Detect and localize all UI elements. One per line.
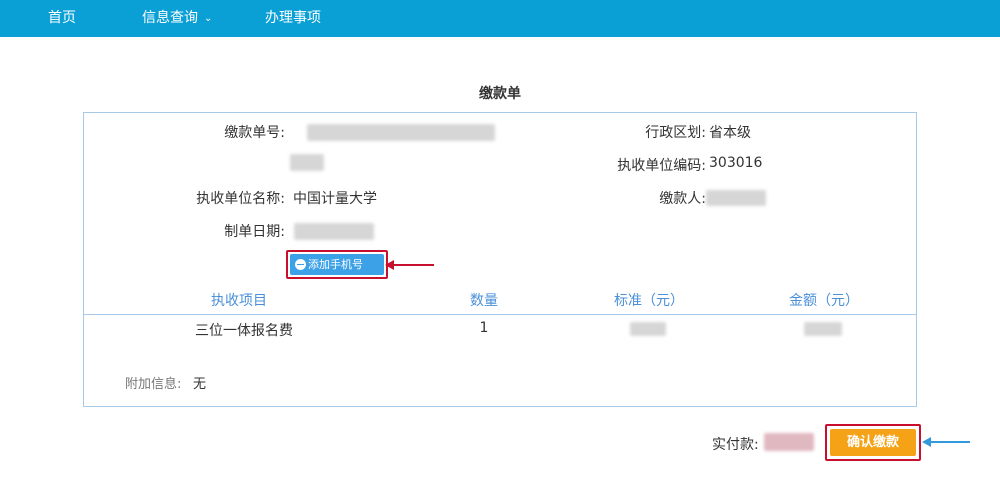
annotation-arrow-line-blue (928, 441, 970, 443)
nav-home-label: 首页 (48, 10, 76, 26)
chevron-down-icon: ⌄ (204, 13, 213, 24)
date-label: 制单日期: (224, 224, 285, 240)
unit-name-value: 中国计量大学 (293, 191, 377, 207)
col-header-standard: 标准（元） (614, 293, 684, 309)
annotation-arrow-left-blue-icon (922, 437, 931, 447)
table-divider (84, 314, 916, 315)
add-phone-button-label: 添加手机号 (308, 258, 363, 271)
paid-amount-redacted (764, 433, 814, 451)
annotation-arrow-line (388, 264, 434, 266)
confirm-payment-highlight: 确认缴款 (825, 424, 921, 461)
nav-services[interactable]: 办理事项 (265, 0, 321, 37)
table-cell-qty: 1 (479, 320, 489, 336)
form-title: 缴款单 (479, 86, 521, 102)
payer-label: 缴款人: (659, 191, 706, 207)
table-cell-standard-redacted (630, 322, 666, 336)
nav-home[interactable]: 首页 (48, 0, 76, 37)
nav-services-label: 办理事项 (265, 10, 321, 26)
col-header-qty: 数量 (470, 293, 498, 309)
confirm-payment-button[interactable]: 确认缴款 (830, 429, 916, 456)
table-cell-item: 三位一体报名费 (195, 323, 293, 339)
unit-name-label: 执收单位名称: (196, 191, 285, 207)
order-no-redacted-line2 (290, 154, 324, 171)
payment-form-card: 缴款单号: 行政区划: 省本级 执收单位编码: 303016 执收单位名称: 中… (83, 112, 917, 407)
nav-info-query-label: 信息查询 (142, 10, 198, 26)
col-header-item: 执收项目 (211, 293, 267, 309)
date-redacted (294, 223, 374, 240)
paid-amount-label: 实付款: (712, 437, 759, 453)
order-no-label: 缴款单号: (224, 125, 285, 141)
extra-info-value: 无 (193, 377, 207, 392)
top-nav: 首页 信息查询 ⌄ 办理事项 (0, 0, 1000, 37)
order-no-redacted (307, 124, 495, 141)
add-circle-icon (295, 259, 306, 270)
region-label: 行政区划: (645, 125, 706, 141)
add-phone-highlight: 添加手机号 (286, 250, 388, 279)
col-header-amount: 金额（元） (789, 293, 859, 309)
table-cell-amount-redacted (804, 322, 842, 336)
region-value: 省本级 (709, 125, 751, 141)
extra-info-label: 附加信息: (125, 377, 182, 392)
unit-code-value: 303016 (709, 155, 763, 171)
nav-info-query[interactable]: 信息查询 ⌄ (142, 0, 212, 37)
unit-code-label: 执收单位编码: (617, 158, 706, 174)
annotation-arrow-left-icon (385, 260, 394, 270)
payer-redacted (706, 190, 766, 206)
add-phone-button[interactable]: 添加手机号 (290, 254, 384, 275)
